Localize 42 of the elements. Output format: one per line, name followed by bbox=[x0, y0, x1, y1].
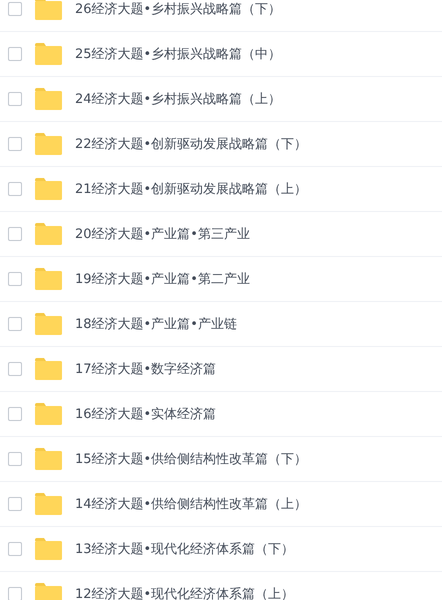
folder-name[interactable]: 15经济大题•供给侧结构性改革篇（下） bbox=[75, 450, 308, 468]
checkbox[interactable] bbox=[8, 272, 22, 286]
folder-name[interactable]: 21经济大题•创新驱动发展战略篇（上） bbox=[75, 180, 308, 198]
folder-name[interactable]: 19经济大题•产业篇•第二产业 bbox=[75, 270, 250, 288]
checkbox[interactable] bbox=[8, 362, 22, 376]
folder-name[interactable]: 13经济大题•现代化经济体系篇（下） bbox=[75, 540, 294, 558]
checkbox[interactable] bbox=[8, 182, 22, 196]
folder-icon bbox=[35, 403, 62, 425]
folder-name[interactable]: 26经济大题•乡村振兴战略篇（下） bbox=[75, 0, 282, 18]
folder-name[interactable]: 22经济大题•创新驱动发展战略篇（下） bbox=[75, 135, 308, 153]
folder-icon bbox=[35, 43, 62, 65]
folder-name[interactable]: 20经济大题•产业篇•第三产业 bbox=[75, 225, 250, 243]
checkbox[interactable] bbox=[8, 497, 22, 511]
checkbox[interactable] bbox=[8, 137, 22, 151]
folder-icon bbox=[35, 493, 62, 515]
folder-icon bbox=[35, 0, 62, 20]
folder-name[interactable]: 12经济大题•现代化经济体系篇（上） bbox=[75, 585, 294, 600]
folder-name[interactable]: 24经济大题•乡村振兴战略篇（上） bbox=[75, 90, 282, 108]
checkbox[interactable] bbox=[8, 227, 22, 241]
folder-icon bbox=[35, 88, 62, 110]
folder-icon bbox=[35, 268, 62, 290]
folder-icon bbox=[35, 448, 62, 470]
checkbox[interactable] bbox=[8, 407, 22, 421]
checkbox[interactable] bbox=[8, 317, 22, 331]
folder-icon bbox=[35, 133, 62, 155]
folder-icon bbox=[35, 178, 62, 200]
folder-name[interactable]: 18经济大题•产业篇•产业链 bbox=[75, 315, 237, 333]
checkbox[interactable] bbox=[8, 542, 22, 556]
folder-icon bbox=[35, 538, 62, 560]
folder-icon bbox=[35, 358, 62, 380]
folder-name[interactable]: 14经济大题•供给侧结构性改革篇（上） bbox=[75, 495, 308, 513]
folder-icon bbox=[35, 223, 62, 245]
checkbox[interactable] bbox=[8, 587, 22, 600]
checkbox[interactable] bbox=[8, 47, 22, 61]
folder-name[interactable]: 17经济大题•数字经济篇 bbox=[75, 360, 216, 378]
checkbox[interactable] bbox=[8, 452, 22, 466]
checkbox[interactable] bbox=[8, 92, 22, 106]
folder-name[interactable]: 16经济大题•实体经济篇 bbox=[75, 405, 216, 423]
checkbox[interactable] bbox=[8, 2, 22, 16]
folder-name[interactable]: 25经济大题•乡村振兴战略篇（中） bbox=[75, 45, 282, 63]
folder-icon bbox=[35, 313, 62, 335]
folder-icon bbox=[35, 583, 62, 600]
